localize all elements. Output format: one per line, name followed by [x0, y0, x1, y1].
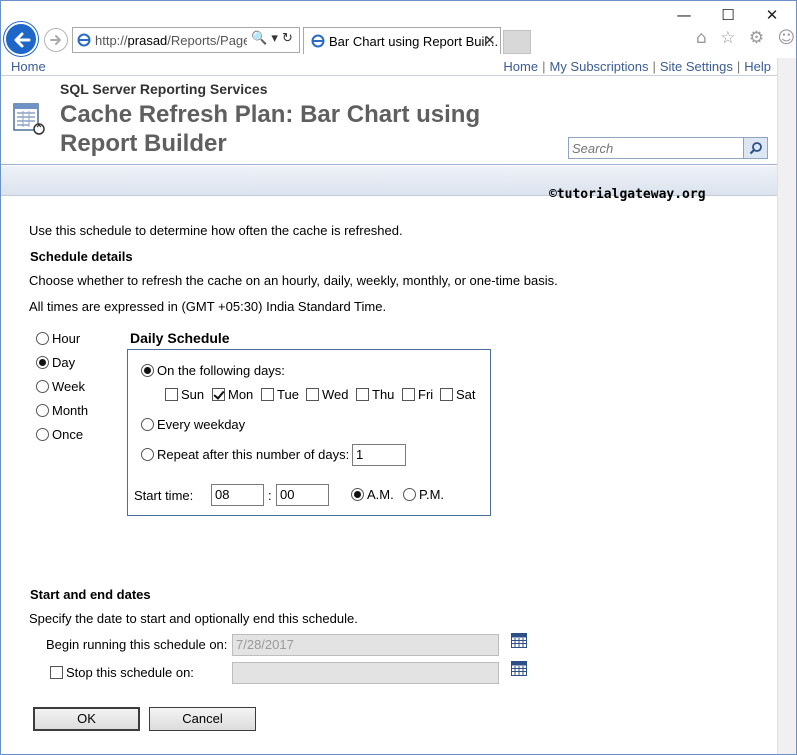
- browser-tab[interactable]: Bar Chart using Report Buil... ✕: [303, 27, 501, 54]
- browser-toolbar-icons[interactable]: ⌂ ☆ ⚙ ☺: [696, 28, 797, 48]
- close-window-button[interactable]: ✕: [752, 4, 792, 26]
- intro-text: Use this schedule to determine how often…: [29, 223, 403, 238]
- wed-label: Wed: [322, 387, 349, 402]
- hour-label: Hour: [52, 331, 81, 346]
- site-settings-link[interactable]: Site Settings: [660, 59, 733, 74]
- tue-checkbox[interactable]: [261, 388, 274, 401]
- begin-calendar-icon[interactable]: [511, 633, 527, 648]
- cache-refresh-report-icon: [13, 103, 45, 135]
- back-button[interactable]: [4, 22, 38, 56]
- choose-text: Choose whether to refresh the cache on a…: [29, 273, 558, 288]
- search-box: [568, 137, 768, 159]
- header-divider: [1, 164, 777, 165]
- once-radio[interactable]: [36, 428, 49, 441]
- stop-schedule-label: Stop this schedule on:: [66, 665, 194, 680]
- home-link-left[interactable]: Home: [11, 59, 46, 74]
- thu-label: Thu: [372, 387, 395, 402]
- help-link[interactable]: Help: [744, 59, 771, 74]
- global-links: Home | My Subscriptions | Site Settings | Help: [503, 59, 771, 74]
- stop-schedule-checkbox[interactable]: [50, 666, 63, 679]
- pm-label: P.M.: [419, 487, 445, 502]
- day-label: Day: [52, 355, 76, 370]
- following-days-radio[interactable]: [141, 364, 154, 377]
- tab-close-icon[interactable]: ✕: [484, 32, 496, 49]
- maximize-button[interactable]: ☐: [708, 4, 748, 26]
- sat-checkbox[interactable]: [440, 388, 453, 401]
- sun-label: Sun: [181, 387, 205, 402]
- stop-calendar-icon[interactable]: [511, 661, 527, 676]
- begin-running-label: Begin running this schedule on:: [46, 637, 228, 652]
- schedule-details-heading: Schedule details: [30, 249, 133, 264]
- browser-title-bar: — ☐ ✕ http://prasad/Reports/Page: 🔍 ▾ ↻ …: [0, 0, 797, 58]
- sun-checkbox[interactable]: [165, 388, 178, 401]
- minimize-button[interactable]: —: [664, 4, 704, 26]
- mon-checkbox[interactable]: [212, 388, 225, 401]
- search-input[interactable]: [569, 138, 743, 158]
- cancel-button[interactable]: Cancel: [149, 707, 256, 731]
- start-minute-input[interactable]: 00: [276, 484, 329, 506]
- repeat-days-radio[interactable]: [141, 448, 154, 461]
- thu-checkbox[interactable]: [356, 388, 369, 401]
- new-tab-button[interactable]: [503, 30, 531, 54]
- following-days-label: On the following days:: [157, 363, 285, 378]
- tue-label: Tue: [277, 387, 299, 402]
- watermark: ©tutorialgateway.org: [549, 187, 706, 202]
- search-icon: [749, 142, 762, 155]
- week-radio[interactable]: [36, 380, 49, 393]
- am-label: A.M.: [367, 487, 394, 502]
- back-arrow-icon: [14, 32, 31, 48]
- tab-ie-icon: [311, 34, 325, 48]
- address-bar[interactable]: http://prasad/Reports/Page: 🔍 ▾ ↻: [72, 27, 300, 53]
- page-title: Cache Refresh Plan: Bar Chart using Repo…: [60, 101, 481, 157]
- ie-page-icon: [77, 33, 91, 47]
- fri-label: Fri: [418, 387, 434, 402]
- every-weekday-radio[interactable]: [141, 418, 154, 431]
- stop-date-input[interactable]: [232, 662, 499, 684]
- daily-schedule-heading: Daily Schedule: [130, 330, 230, 346]
- search-button[interactable]: [743, 138, 767, 158]
- forward-arrow-icon: [50, 35, 61, 45]
- start-time-label: Start time:: [134, 488, 194, 503]
- repeat-days-label: Repeat after this number of days:: [157, 447, 350, 462]
- wed-checkbox[interactable]: [306, 388, 319, 401]
- start-hour-input[interactable]: 08: [211, 484, 264, 506]
- begin-date-input[interactable]: 7/28/2017: [232, 634, 499, 656]
- tab-title: Bar Chart using Report Buil...: [329, 34, 499, 49]
- my-subscriptions-link[interactable]: My Subscriptions: [549, 59, 648, 74]
- every-weekday-label: Every weekday: [157, 417, 246, 432]
- am-radio[interactable]: [351, 488, 364, 501]
- week-label: Week: [52, 379, 85, 394]
- time-separator: :: [268, 488, 272, 503]
- month-radio[interactable]: [36, 404, 49, 417]
- address-text: http://prasad/Reports/Page:: [95, 33, 247, 48]
- pm-radio[interactable]: [403, 488, 416, 501]
- start-end-heading: Start and end dates: [30, 587, 151, 602]
- once-label: Once: [52, 427, 84, 442]
- address-actions-icons[interactable]: 🔍 ▾ ↻: [251, 31, 293, 46]
- sat-label: Sat: [456, 387, 476, 402]
- ok-button[interactable]: OK: [33, 707, 140, 731]
- vertical-scrollbar[interactable]: [777, 58, 796, 754]
- fri-checkbox[interactable]: [402, 388, 415, 401]
- mon-label: Mon: [228, 387, 254, 402]
- month-label: Month: [52, 403, 89, 418]
- home-link[interactable]: Home: [503, 59, 538, 74]
- hour-radio[interactable]: [36, 332, 49, 345]
- timezone-text: All times are expressed in (GMT +05:30) …: [29, 299, 387, 314]
- forward-button[interactable]: [44, 28, 68, 52]
- start-end-description: Specify the date to start and optionally…: [29, 611, 358, 626]
- day-radio[interactable]: [36, 356, 49, 369]
- top-links-bar: Home Home | My Subscriptions | Site Settings…: [1, 58, 777, 76]
- ssrs-label: SQL Server Reporting Services: [60, 81, 268, 97]
- repeat-days-input[interactable]: 1: [352, 444, 406, 466]
